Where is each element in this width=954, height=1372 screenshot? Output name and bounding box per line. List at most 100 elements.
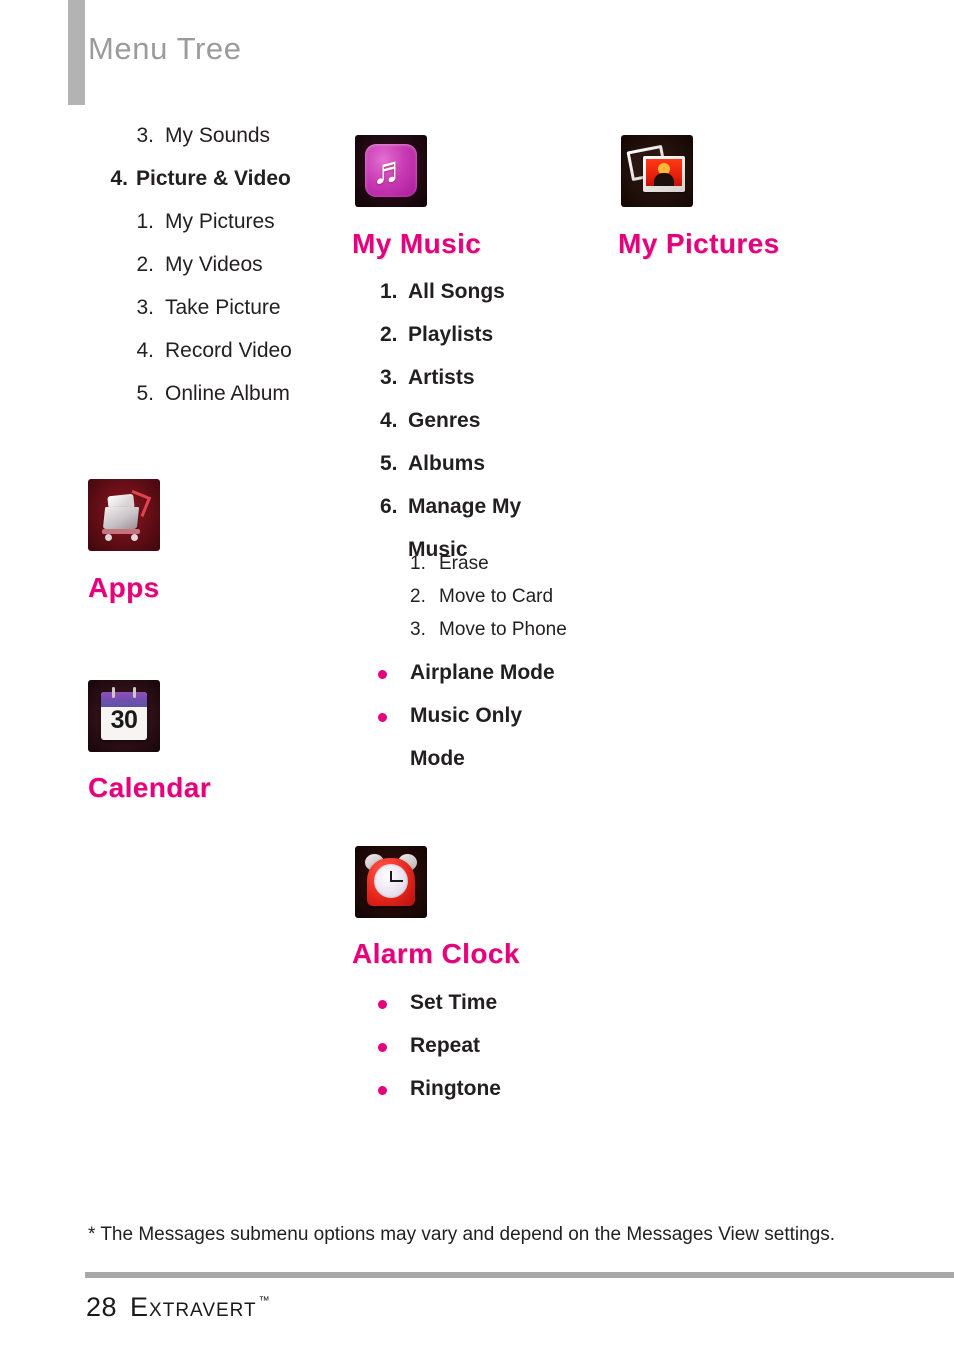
music-note-icon: ♬ [355, 135, 427, 207]
list-item: 4. Picture & Video [82, 167, 333, 210]
calendar-icon: 30 [88, 680, 160, 752]
list-item-number: 2. [136, 253, 154, 276]
cart-basket-shape [102, 507, 140, 529]
list-item-label: Move to Card [439, 586, 554, 607]
list-item-label: Record Video [165, 339, 292, 362]
list-item-continuation: Mode [410, 747, 465, 770]
my-music-bullet-list: Airplane Mode Music Only Mode [378, 661, 628, 787]
list-item: 5. Online Album [108, 382, 333, 425]
list-item-label: Move to Phone [439, 619, 567, 640]
manage-my-music-sublist: 1. Erase 2. Move to Card 3. Move to Phone [410, 553, 640, 652]
list-item: 3. Artists [380, 366, 630, 409]
calendar-day-number: 30 [110, 706, 138, 734]
alarm-clock-bullet-list: Set Time Repeat Ringtone [378, 991, 628, 1120]
left-column: 3. My Sounds 4. Picture & Video 1. My Pictu… [0, 0, 340, 1372]
bullet-dot-icon [378, 670, 387, 679]
list-item: 4. Genres [380, 409, 630, 452]
list-item-label: Picture & Video [136, 167, 291, 190]
list-item: 3. Take Picture [108, 296, 333, 339]
footnote: * The Messages submenu options may vary … [88, 1224, 836, 1245]
alarm-minute-hand-shape [391, 880, 403, 882]
list-item: 5. Albums [380, 452, 630, 495]
list-item-label: Repeat [410, 1034, 481, 1057]
list-item-number: 1. [380, 280, 398, 303]
list-item-label: Albums [408, 452, 486, 475]
shopping-cart-icon [88, 479, 160, 551]
section-title-my-pictures: My Pictures [618, 228, 780, 259]
list-item-number: 4. [380, 409, 398, 432]
music-note-glyph: ♬ [372, 150, 410, 192]
list-item: Set Time [378, 991, 628, 1034]
footer-divider [85, 1272, 954, 1278]
list-item-label: Take Picture [165, 296, 281, 319]
list-item-label: Airplane Mode [410, 661, 555, 684]
bullet-dot-icon [378, 1086, 387, 1095]
list-item-label: All Songs [408, 280, 505, 303]
list-item-number: 5. [380, 452, 398, 475]
list-item-label: Genres [408, 409, 481, 432]
list-item: 4. Record Video [108, 339, 333, 382]
list-item-label: Erase [439, 553, 489, 574]
list-item: Ringtone [378, 1077, 628, 1120]
trademark-symbol: ™ [258, 1295, 270, 1307]
calendar-ring-shape [133, 687, 136, 698]
section-title-calendar: Calendar [88, 772, 212, 803]
section-title-alarm-clock: Alarm Clock [352, 938, 520, 969]
calendar-ring-shape [112, 687, 115, 698]
list-item-number: 1. [136, 210, 154, 233]
list-item: Repeat [378, 1034, 628, 1077]
calendar-body-shape: 30 [101, 692, 147, 740]
list-item-label: My Pictures [165, 210, 275, 233]
list-item-label: Online Album [165, 382, 290, 405]
list-item-number: 3. [136, 296, 154, 319]
my-music-menu-list: 1. All Songs 2. Playlists 3. Artists 4. Genr… [380, 280, 630, 571]
list-item-label: Manage My [408, 495, 522, 518]
brand-name: Extravert [130, 1292, 257, 1322]
list-item-label: Playlists [408, 323, 494, 346]
list-item-label: Ringtone [410, 1077, 501, 1100]
list-item: 3. My Sounds [108, 124, 333, 167]
list-item-number: 2. [380, 323, 398, 346]
bullet-dot-icon [378, 1000, 387, 1009]
list-item-number: 6. [380, 495, 398, 518]
list-item-label: My Videos [165, 253, 263, 276]
photos-icon [621, 135, 693, 207]
alarm-clock-icon [355, 846, 427, 918]
list-item: 3. Move to Phone [410, 619, 640, 652]
list-item-label: Set Time [410, 991, 498, 1014]
list-item-label: Music Only [410, 704, 523, 727]
section-title-my-music: My Music [352, 228, 482, 259]
list-item-number: 3. [380, 366, 398, 389]
music-icon-inner-shape: ♬ [365, 144, 417, 197]
left-menu-list: 3. My Sounds 4. Picture & Video 1. My Pictu… [108, 124, 333, 425]
list-item-label: Artists [408, 366, 475, 389]
list-item: 2. Playlists [380, 323, 630, 366]
section-title-apps: Apps [88, 572, 160, 603]
photo-frame-front-shape [643, 156, 685, 192]
photo-thumbnail-shape [646, 159, 682, 186]
list-item-number: 4. [110, 167, 128, 190]
page-number: 28 [86, 1292, 118, 1322]
list-item: 6. Manage My [380, 495, 630, 538]
list-item-number: 3. [410, 619, 426, 640]
cart-wheel-shape [105, 534, 112, 541]
person-torso-shape [654, 173, 674, 186]
list-item: Airplane Mode [378, 661, 628, 704]
cart-wheel-shape [131, 534, 138, 541]
list-item: 2. Move to Card [410, 586, 640, 619]
list-item: 2. My Videos [108, 253, 333, 296]
list-item: Music Only [378, 704, 628, 747]
list-item: 1. Erase [410, 553, 640, 586]
list-item-number: 2. [410, 586, 426, 607]
list-item-number: 3. [136, 124, 154, 147]
list-item-number: 1. [410, 553, 426, 574]
list-item-number: 4. [136, 339, 154, 362]
bullet-dot-icon [378, 1043, 387, 1052]
list-item: 1. All Songs [380, 280, 630, 323]
footer: 28 Extravert ™ [86, 1292, 270, 1323]
list-item-number: 5. [136, 382, 154, 405]
list-item: 1. My Pictures [108, 210, 333, 253]
calendar-header-shape [101, 692, 147, 707]
bullet-dot-icon [378, 713, 387, 722]
list-item-label: My Sounds [165, 124, 271, 147]
